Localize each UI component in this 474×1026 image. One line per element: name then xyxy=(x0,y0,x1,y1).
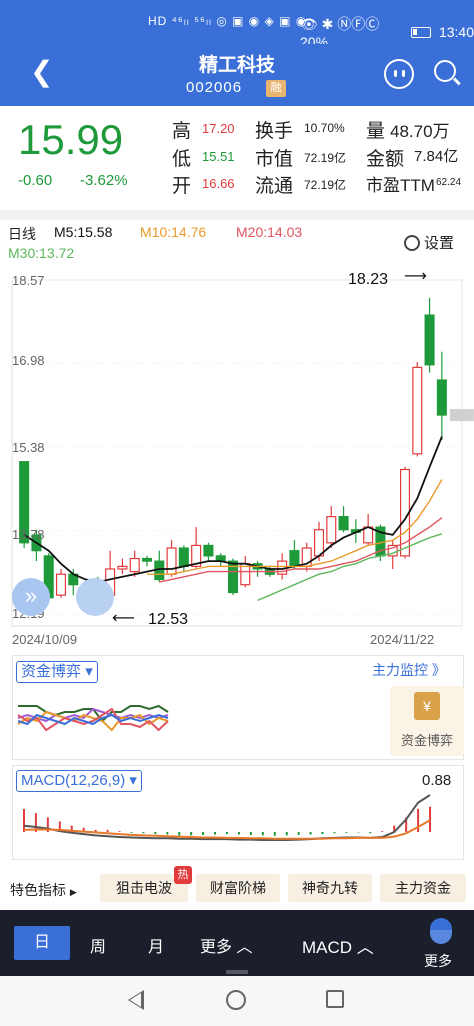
tab-more-periods[interactable]: 更多 ︿ xyxy=(200,933,252,957)
capital-dropdown-label: 资金博弈 xyxy=(21,663,82,680)
indicator-switch[interactable]: MACD ︿ xyxy=(302,933,374,958)
indicator-chips: 特色指标 ▶ 狙击电波 财富阶梯 神奇九转 主力资金 xyxy=(0,868,474,908)
main-monitor-link[interactable]: 主力监控 》 xyxy=(372,660,446,680)
gear-icon xyxy=(404,235,420,251)
last-price: 15.99 xyxy=(18,116,124,163)
ma20-label: M20:14.03 xyxy=(236,224,303,240)
candle-body xyxy=(363,526,374,544)
nav-home-icon[interactable] xyxy=(226,990,246,1010)
candle-body xyxy=(289,550,300,567)
max-price-annotation: 18.23 xyxy=(348,271,389,288)
caret-right-icon: ▶ xyxy=(69,887,77,897)
min-price-annotation: 12.53 xyxy=(148,611,189,628)
feature-indicators-link[interactable]: 特色指标 ▶ xyxy=(10,880,77,900)
search-icon[interactable] xyxy=(434,60,456,82)
low-label: 低 xyxy=(172,149,192,170)
status-icons-left: HD ⁴⁶ₗₗ ⁵⁶ₗₗ ◎ ▣ ◉ ◈ ▣ ◉ · xyxy=(148,14,317,28)
ma30-label: M30:13.72 xyxy=(8,245,75,261)
feature-indicators-label: 特色指标 xyxy=(10,882,66,898)
ma5-label: M5:15.58 xyxy=(54,224,113,240)
open-label: 开 xyxy=(172,176,192,197)
settings-button[interactable]: 设置 xyxy=(404,232,454,253)
page-indicator xyxy=(226,970,248,974)
mktcap-value: 72.19亿 xyxy=(304,151,347,165)
status-time: 13:40 xyxy=(438,24,474,40)
kline-chart[interactable] xyxy=(0,262,474,652)
chip-main-capital[interactable]: 主力资金 xyxy=(380,874,466,902)
low-value: 15.51 xyxy=(202,149,235,164)
capital-card-label: 资金博弈 xyxy=(400,733,453,748)
macd-value: 0.88 xyxy=(422,772,452,789)
capital-chart xyxy=(17,704,169,732)
nav-recent-icon[interactable] xyxy=(326,990,344,1008)
high-value: 17.20 xyxy=(202,121,235,136)
hot-badge: 热 xyxy=(174,866,192,884)
macd-chart xyxy=(22,794,432,841)
stock-header: ❮ 精工科技 002006 融 xyxy=(0,44,474,106)
candle-body xyxy=(203,544,214,557)
candle-body xyxy=(424,314,435,366)
status-bar: HD ⁴⁶ₗₗ ⁵⁶ₗₗ ◎ ▣ ◉ ◈ ▣ ◉ · 👁 ✱ ⓃⒻⒸ 20% 1… xyxy=(0,0,474,50)
tab-month[interactable]: 月 xyxy=(148,933,164,957)
battery-icon xyxy=(410,26,431,38)
high-label: 高 xyxy=(172,121,192,142)
turnover-value: 10.70% xyxy=(304,121,345,135)
y-tick-1: 18.57 xyxy=(12,273,45,288)
x-tick-start: 2024/10/09 xyxy=(12,632,78,647)
expand-icon[interactable]: » xyxy=(12,578,50,616)
candle-body xyxy=(436,379,447,416)
float-label: 流通 xyxy=(255,176,294,197)
open-value: 16.66 xyxy=(202,176,235,191)
caret-down-icon: ▾ xyxy=(85,663,93,680)
candle-body xyxy=(338,516,349,531)
macd-dropdown[interactable]: MACD(12,26,9) ▾ xyxy=(16,770,142,792)
y-tick-2: 16.98 xyxy=(12,353,45,368)
ma10-label: M10:14.76 xyxy=(140,224,207,240)
macd-dropdown-label: MACD(12,26,9) xyxy=(21,772,126,789)
candle-body xyxy=(141,557,153,562)
face-icon[interactable] xyxy=(384,59,414,89)
tab-day[interactable]: 日 xyxy=(14,926,70,960)
volume-value: 48.70万 xyxy=(390,122,450,141)
price-change-pct: -3.62% xyxy=(80,172,128,189)
candle-body xyxy=(178,547,189,567)
current-price-marker xyxy=(449,409,474,422)
money-icon: ¥ xyxy=(414,692,440,720)
pe-value: 62.24 xyxy=(436,177,462,188)
section-divider xyxy=(0,210,474,220)
candle-body xyxy=(313,529,325,557)
period-label: 日线 xyxy=(8,226,36,242)
stock-code: 002006 xyxy=(186,79,243,96)
max-arrow-icon: ⟶ xyxy=(404,268,427,285)
x-tick-end: 2024/11/22 xyxy=(370,632,435,647)
nav-back-icon[interactable] xyxy=(128,990,144,1010)
turnover-label: 换手 xyxy=(255,121,294,142)
caret-down-icon: ▾ xyxy=(129,772,137,789)
capital-card[interactable]: ¥ 资金博弈 xyxy=(390,686,464,756)
candle-body xyxy=(412,366,423,455)
chip-magic-nine[interactable]: 神奇九转 xyxy=(288,874,372,902)
amount-label: 金额 xyxy=(366,149,405,170)
crosshair-icon[interactable] xyxy=(76,578,114,616)
candle-body xyxy=(326,516,337,544)
macd-dea-line xyxy=(23,819,431,840)
min-arrow-icon: ⟵ xyxy=(112,610,135,627)
candle-body xyxy=(166,547,177,575)
volume-label: 量 xyxy=(366,121,386,142)
candle-body xyxy=(129,557,140,573)
more-button[interactable]: 更多 xyxy=(424,951,452,971)
pe-label: 市盈TTM xyxy=(366,176,435,195)
margin-badge: 融 xyxy=(266,80,286,97)
tab-week[interactable]: 周 xyxy=(90,933,106,957)
settings-label: 设置 xyxy=(424,235,455,252)
chip-wealth-ladder[interactable]: 财富阶梯 xyxy=(196,874,280,902)
y-tick-4: 13.78 xyxy=(12,527,45,542)
y-tick-3: 15.38 xyxy=(12,440,45,455)
candle-body xyxy=(55,573,67,596)
price-change: -0.60 xyxy=(18,172,53,189)
amount-value: 7.84亿 xyxy=(414,148,459,165)
mktcap-label: 市值 xyxy=(255,149,294,170)
candle-body xyxy=(117,565,128,570)
float-value: 72.19亿 xyxy=(304,178,347,192)
